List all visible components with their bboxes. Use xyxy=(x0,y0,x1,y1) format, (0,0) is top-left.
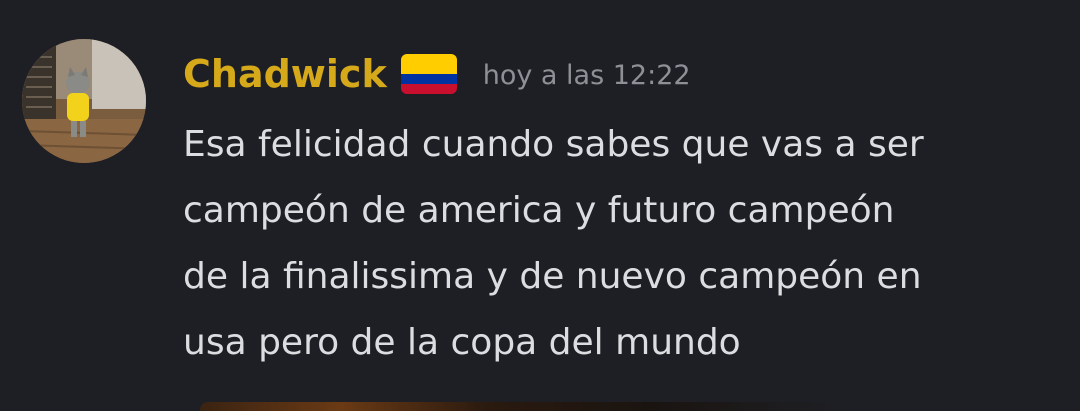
message-line: de la finalissima y de nuevo campeón en xyxy=(183,256,922,297)
message-line: usa pero de la copa del mundo xyxy=(183,322,741,363)
avatar-photo xyxy=(22,39,146,163)
chat-message: Chadwick hoy a las 12:22 Esa felicidad c… xyxy=(0,0,1080,411)
message-timestamp[interactable]: hoy a las 12:22 xyxy=(483,46,691,102)
username[interactable]: Chadwick xyxy=(183,48,387,100)
message-line: Esa felicidad cuando sabes que vas a ser xyxy=(183,124,924,165)
colombia-flag-icon xyxy=(400,54,457,94)
user-avatar[interactable] xyxy=(22,39,146,163)
message-content: Esa felicidad cuando sabes que vas a ser… xyxy=(183,112,1063,376)
message-header: Chadwick hoy a las 12:22 xyxy=(183,48,691,100)
message-line: campeón de america y futuro campeón xyxy=(183,190,895,231)
image-attachment[interactable] xyxy=(200,402,840,411)
